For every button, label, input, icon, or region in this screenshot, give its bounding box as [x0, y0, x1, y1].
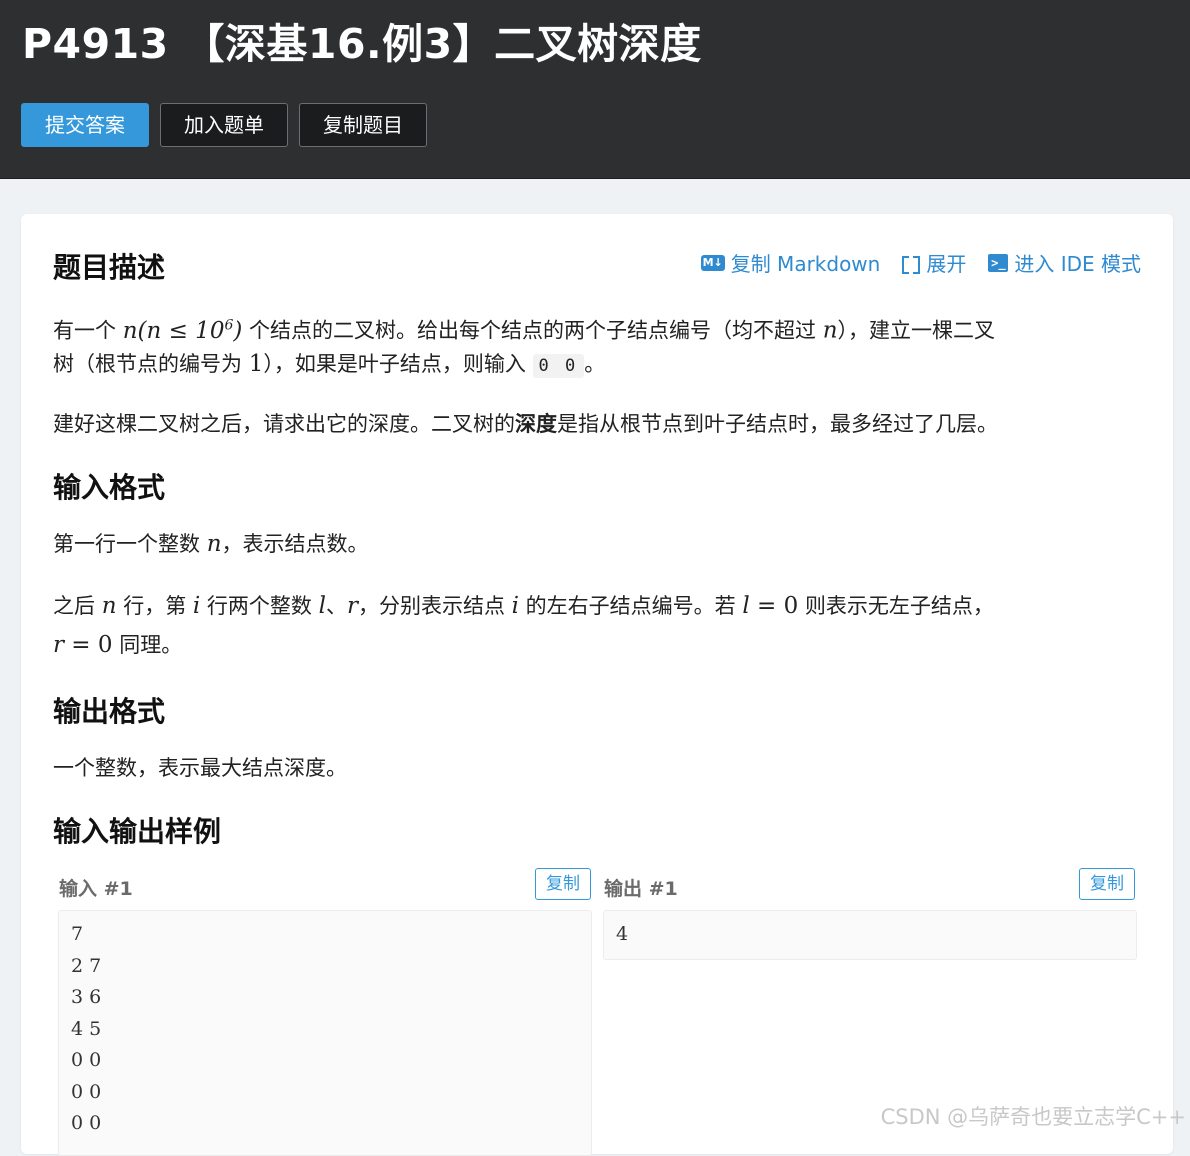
ide-mode-link[interactable]: >_ 进入 IDE 模式	[988, 248, 1141, 277]
text-span: 是指从根节点到叶子结点时，最多经过了几层。	[557, 412, 998, 436]
math-l: l	[742, 593, 750, 619]
math-l: l	[318, 593, 326, 619]
text-span: ，表示结点数。	[221, 532, 369, 556]
problem-header: P4913 【深基16.例3】二叉树深度 提交答案 加入题单 复制题目	[0, 0, 1190, 179]
problem-content-card: 题目描述 M↓ 复制 Markdown 展开 >_ 进入 IDE 模式 有一个 …	[21, 214, 1173, 1156]
text-span: 的左右子结点编号。若	[519, 594, 743, 618]
sample-output-label: 输出 #1	[604, 878, 678, 900]
math-one: 1	[248, 351, 264, 377]
header-button-row: 提交答案 加入题单 复制题目	[21, 103, 427, 147]
copy-input-button[interactable]: 复制	[535, 868, 591, 900]
sample-input-label: 输入 #1	[59, 878, 133, 900]
sample-output-line: 4	[616, 923, 629, 945]
sample-input-line: 7	[71, 923, 84, 945]
math-text: n(n ≤ 10	[122, 317, 225, 344]
add-to-list-button[interactable]: 加入题单	[160, 103, 288, 147]
input-format-line-1: 第一行一个整数 n，表示结点数。	[53, 524, 369, 564]
math-close: )	[233, 317, 243, 344]
math-equals-zero: = 0	[64, 632, 113, 658]
text-span: 、	[325, 594, 347, 618]
expand-link[interactable]: 展开	[902, 248, 966, 277]
text-span: 有一个	[53, 318, 123, 343]
sample-output-box: 4	[603, 910, 1137, 960]
text-span: 则表示无左子结点，	[798, 594, 994, 618]
description-paragraph-2: 建好这棵二叉树之后，请求出它的深度。二叉树的深度是指从根节点到叶子结点时，最多经…	[53, 404, 998, 444]
markdown-icon: M↓	[700, 254, 725, 271]
sample-input-line: 0 0	[71, 1049, 102, 1071]
math-n: n	[101, 593, 117, 619]
input-format-line-3: r = 0 同理。	[53, 625, 182, 665]
text-span: 个结点的二叉树。给出每个结点的两个子结点编号（均不超过	[242, 318, 823, 343]
text-span: 第一行一个整数	[53, 532, 207, 556]
inline-code: 0 0	[532, 354, 585, 378]
text-span: 建好这棵二叉树之后，请求出它的深度。二叉树的	[53, 412, 515, 436]
math-n-bound: n(n ≤ 106)	[122, 317, 243, 344]
sample-input-line: 2 7	[71, 955, 102, 977]
input-format-line-2: 之后 n 行，第 i 行两个整数 l、r，分别表示结点 i 的左右子结点编号。若…	[53, 586, 994, 626]
input-format-heading: 输入格式	[53, 471, 166, 504]
copy-problem-button[interactable]: 复制题目	[299, 103, 427, 147]
sample-input-box: 7 2 7 3 6 4 5 0 0 0 0 0 0	[58, 910, 592, 1156]
sample-input-line: 0 0	[71, 1081, 102, 1103]
math-r: r	[53, 632, 64, 658]
description-line-2: 树（根节点的编号为 1），如果是叶子结点，则输入 0 0。	[53, 344, 605, 386]
text-span: ，分别表示结点	[357, 594, 512, 618]
text-span: ），如果是叶子结点，则输入	[263, 352, 533, 376]
copy-markdown-link[interactable]: M↓ 复制 Markdown	[700, 248, 881, 277]
description-heading: 题目描述	[53, 251, 166, 284]
csdn-watermark: CSDN @乌萨奇也要立志学C++	[880, 1105, 1186, 1129]
output-format-heading: 输出格式	[53, 695, 166, 728]
text-span: 同理。	[112, 633, 183, 657]
math-equals-zero: = 0	[749, 593, 799, 619]
math-r: r	[346, 593, 358, 619]
problem-actions: M↓ 复制 Markdown 展开 >_ 进入 IDE 模式	[700, 248, 1141, 277]
copy-markdown-label: 复制 Markdown	[730, 252, 881, 276]
text-span: ），建立一棵二叉	[837, 318, 996, 343]
text-span: 行，第	[116, 594, 193, 618]
sample-input-line: 3 6	[71, 986, 102, 1008]
ide-mode-label: 进入 IDE 模式	[1014, 252, 1141, 276]
bold-term: 深度	[515, 412, 557, 436]
math-i: i	[511, 593, 519, 619]
math-n: n	[206, 531, 222, 557]
text-span: 之后	[53, 594, 102, 618]
terminal-icon: >_	[988, 253, 1009, 272]
text-span: 行两个整数	[200, 594, 319, 618]
output-format-text: 一个整数，表示最大结点深度。	[53, 756, 347, 780]
math-n: n	[822, 317, 838, 344]
expand-icon	[902, 255, 921, 274]
copy-output-button[interactable]: 复制	[1079, 868, 1135, 900]
submit-answer-button[interactable]: 提交答案	[21, 103, 149, 147]
sample-input-line: 4 5	[71, 1018, 102, 1040]
text-span: 树（根节点的编号为	[53, 352, 249, 376]
text-span: 。	[584, 352, 606, 376]
samples-heading: 输入输出样例	[53, 815, 222, 848]
sample-input-line: 0 0	[71, 1112, 102, 1134]
problem-title: P4913 【深基16.例3】二叉树深度	[22, 20, 702, 68]
expand-label: 展开	[926, 252, 967, 276]
